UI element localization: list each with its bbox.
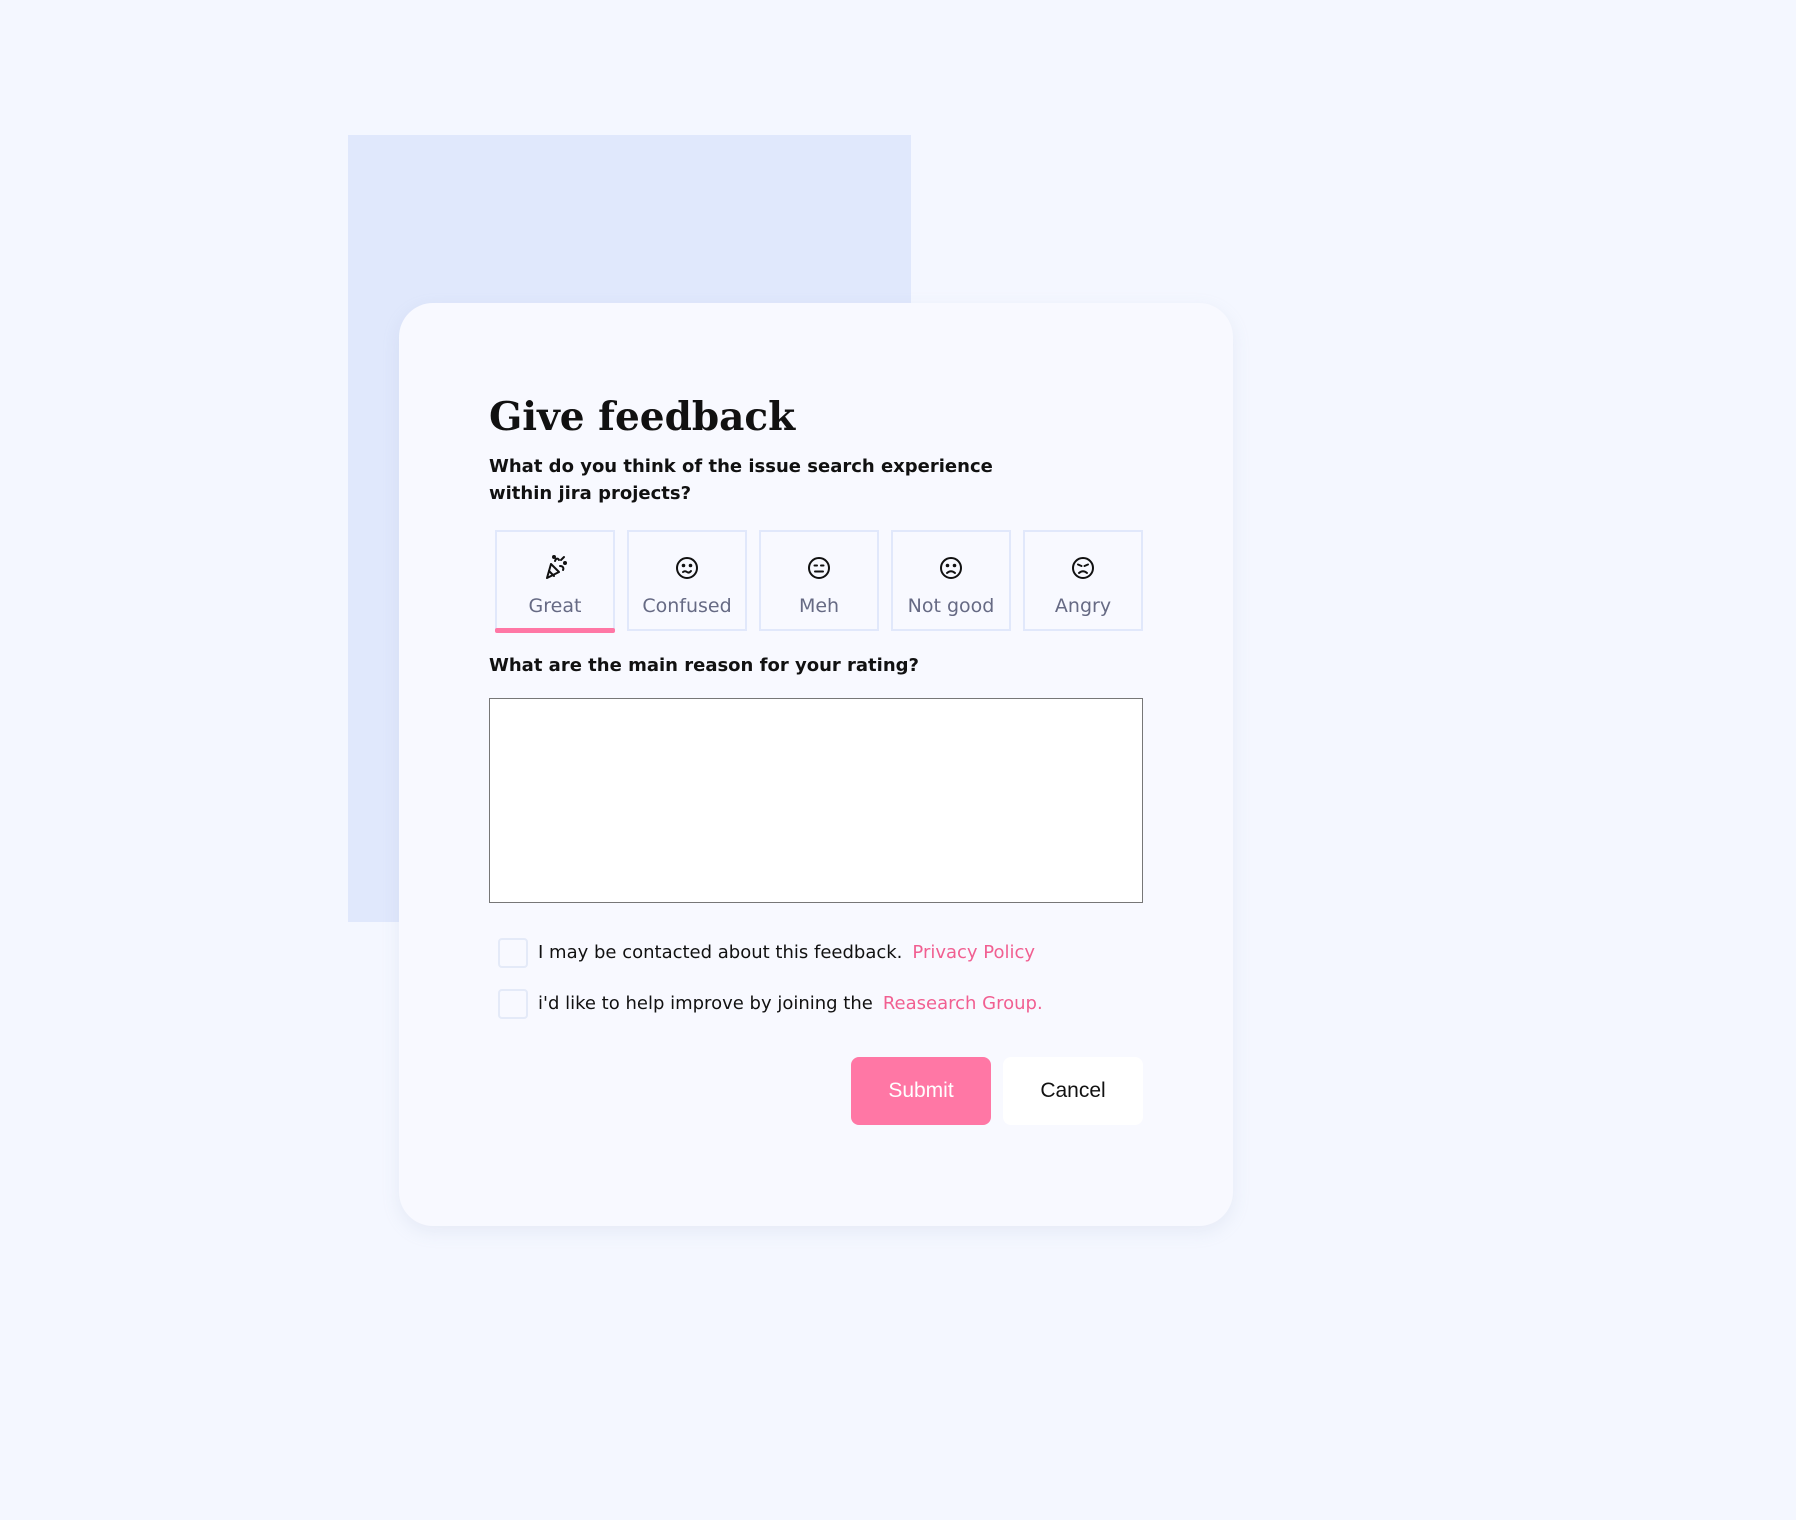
party-popper-icon [546, 555, 567, 579]
research-group-checkbox[interactable] [498, 989, 528, 1019]
cancel-button[interactable]: Cancel [1003, 1057, 1143, 1125]
research-group-text: i'd like to help improve by joining the [538, 993, 873, 1014]
rating-option-confused[interactable]: Confused [627, 530, 747, 631]
dialog-title: Give feedback [489, 394, 796, 440]
rating-label-angry: Angry [1054, 595, 1112, 617]
reason-textarea[interactable] [489, 698, 1143, 903]
rating-label-great: Great [528, 595, 582, 617]
research-group-link[interactable]: Reasearch Group. [883, 992, 1043, 1016]
rating-label-meh: Meh [798, 595, 840, 617]
neutral-face-icon [808, 557, 830, 579]
feedback-dialog: Give feedback What do you think of the i… [399, 303, 1233, 1226]
contact-consent-row: I may be contacted about this feedback. … [498, 937, 1035, 969]
research-group-row: i'd like to help improve by joining the … [498, 988, 1043, 1020]
contact-consent-checkbox[interactable] [498, 938, 528, 968]
rating-label-not-good: Not good [907, 595, 995, 617]
rating-label-confused: Confused [642, 595, 732, 617]
rating-option-great[interactable]: Great [495, 530, 615, 633]
rating-option-meh[interactable]: Meh [759, 530, 879, 631]
rating-options: Great Confused Meh Not good Angry [495, 530, 1143, 633]
privacy-policy-link[interactable]: Privacy Policy [912, 941, 1035, 965]
angry-face-icon [1072, 557, 1094, 579]
reason-label: What are the main reason for your rating… [489, 655, 919, 676]
confused-face-icon [676, 557, 698, 579]
contact-consent-text: I may be contacted about this feedback. [538, 942, 903, 963]
sad-face-icon [940, 557, 962, 579]
rating-option-angry[interactable]: Angry [1023, 530, 1143, 631]
rating-option-not-good[interactable]: Not good [891, 530, 1011, 631]
submit-button[interactable]: Submit [851, 1057, 991, 1125]
rating-question: What do you think of the issue search ex… [489, 456, 993, 504]
